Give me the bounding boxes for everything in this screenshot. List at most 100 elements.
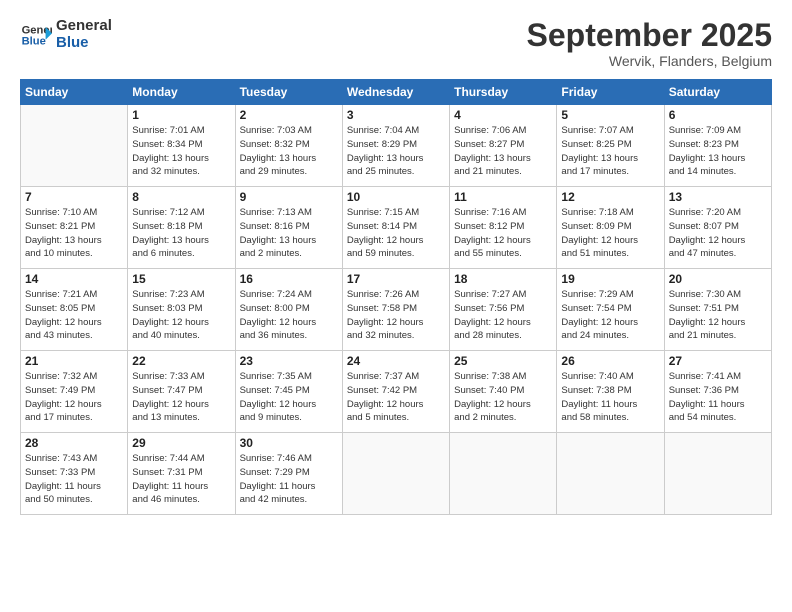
day-detail: Sunrise: 7:26 AM Sunset: 7:58 PM Dayligh…: [347, 288, 445, 343]
day-detail: Sunrise: 7:24 AM Sunset: 8:00 PM Dayligh…: [240, 288, 338, 343]
day-detail: Sunrise: 7:16 AM Sunset: 8:12 PM Dayligh…: [454, 206, 552, 261]
day-number: 26: [561, 354, 659, 368]
day-number: 2: [240, 108, 338, 122]
calendar-cell: 24 Sunrise: 7:37 AM Sunset: 7:42 PM Dayli…: [342, 351, 449, 433]
day-number: 23: [240, 354, 338, 368]
day-number: 22: [132, 354, 230, 368]
calendar-cell: 2 Sunrise: 7:03 AM Sunset: 8:32 PM Daylig…: [235, 105, 342, 187]
day-number: 16: [240, 272, 338, 286]
calendar-cell: 14 Sunrise: 7:21 AM Sunset: 8:05 PM Dayli…: [21, 269, 128, 351]
day-number: 30: [240, 436, 338, 450]
weekday-header-sunday: Sunday: [21, 80, 128, 105]
calendar-cell: 28Sunrise: 7:43 AM Sunset: 7:33 PM Dayli…: [21, 433, 128, 515]
day-detail: Sunrise: 7:46 AM Sunset: 7:29 PM Dayligh…: [240, 452, 338, 507]
calendar-cell: 13 Sunrise: 7:20 AM Sunset: 8:07 PM Dayli…: [664, 187, 771, 269]
day-detail: Sunrise: 7:04 AM Sunset: 8:29 PM Dayligh…: [347, 124, 445, 179]
day-detail: Sunrise: 7:43 AM Sunset: 7:33 PM Dayligh…: [25, 452, 123, 507]
calendar-cell: 20 Sunrise: 7:30 AM Sunset: 7:51 PM Dayli…: [664, 269, 771, 351]
calendar-cell: 6 Sunrise: 7:09 AM Sunset: 8:23 PM Daylig…: [664, 105, 771, 187]
calendar-week-4: 21Sunrise: 7:32 AM Sunset: 7:49 PM Dayli…: [21, 351, 772, 433]
day-number: 15: [132, 272, 230, 286]
weekday-header-tuesday: Tuesday: [235, 80, 342, 105]
day-number: 19: [561, 272, 659, 286]
day-number: 9: [240, 190, 338, 204]
calendar-cell: 7 Sunrise: 7:10 AM Sunset: 8:21 PM Daylig…: [21, 187, 128, 269]
day-number: 7: [25, 190, 123, 204]
day-number: 12: [561, 190, 659, 204]
calendar-cell: 27 Sunrise: 7:41 AM Sunset: 7:36 PM Dayli…: [664, 351, 771, 433]
calendar-cell: [342, 433, 449, 515]
day-detail: Sunrise: 7:13 AM Sunset: 8:16 PM Dayligh…: [240, 206, 338, 261]
day-number: 20: [669, 272, 767, 286]
day-detail: Sunrise: 7:29 AM Sunset: 7:54 PM Dayligh…: [561, 288, 659, 343]
calendar-cell: [21, 105, 128, 187]
month-title: September 2025: [527, 18, 772, 53]
day-detail: Sunrise: 7:03 AM Sunset: 8:32 PM Dayligh…: [240, 124, 338, 179]
weekday-header-saturday: Saturday: [664, 80, 771, 105]
weekday-header-friday: Friday: [557, 80, 664, 105]
calendar-cell: 4 Sunrise: 7:06 AM Sunset: 8:27 PM Daylig…: [450, 105, 557, 187]
calendar-cell: 16 Sunrise: 7:24 AM Sunset: 8:00 PM Dayli…: [235, 269, 342, 351]
day-detail: Sunrise: 7:30 AM Sunset: 7:51 PM Dayligh…: [669, 288, 767, 343]
calendar-cell: 15 Sunrise: 7:23 AM Sunset: 8:03 PM Dayli…: [128, 269, 235, 351]
day-detail: Sunrise: 7:33 AM Sunset: 7:47 PM Dayligh…: [132, 370, 230, 425]
calendar-cell: 9 Sunrise: 7:13 AM Sunset: 8:16 PM Daylig…: [235, 187, 342, 269]
calendar-cell: 8 Sunrise: 7:12 AM Sunset: 8:18 PM Daylig…: [128, 187, 235, 269]
day-number: 27: [669, 354, 767, 368]
calendar-cell: 29Sunrise: 7:44 AM Sunset: 7:31 PM Dayli…: [128, 433, 235, 515]
calendar-cell: 3 Sunrise: 7:04 AM Sunset: 8:29 PM Daylig…: [342, 105, 449, 187]
calendar-cell: 11 Sunrise: 7:16 AM Sunset: 8:12 PM Dayli…: [450, 187, 557, 269]
calendar-cell: 19 Sunrise: 7:29 AM Sunset: 7:54 PM Dayli…: [557, 269, 664, 351]
day-number: 14: [25, 272, 123, 286]
calendar-cell: 25 Sunrise: 7:38 AM Sunset: 7:40 PM Dayli…: [450, 351, 557, 433]
day-number: 29: [132, 436, 230, 450]
day-number: 10: [347, 190, 445, 204]
title-block: September 2025 Wervik, Flanders, Belgium: [527, 18, 772, 69]
weekday-header-wednesday: Wednesday: [342, 80, 449, 105]
day-detail: Sunrise: 7:27 AM Sunset: 7:56 PM Dayligh…: [454, 288, 552, 343]
logo-icon: General Blue: [20, 19, 52, 51]
svg-text:Blue: Blue: [22, 35, 46, 47]
logo: General Blue General Blue: [20, 18, 112, 51]
day-number: 6: [669, 108, 767, 122]
day-detail: Sunrise: 7:41 AM Sunset: 7:36 PM Dayligh…: [669, 370, 767, 425]
day-detail: Sunrise: 7:23 AM Sunset: 8:03 PM Dayligh…: [132, 288, 230, 343]
day-detail: Sunrise: 7:01 AM Sunset: 8:34 PM Dayligh…: [132, 124, 230, 179]
day-detail: Sunrise: 7:07 AM Sunset: 8:25 PM Dayligh…: [561, 124, 659, 179]
calendar-cell: 12 Sunrise: 7:18 AM Sunset: 8:09 PM Dayli…: [557, 187, 664, 269]
day-number: 4: [454, 108, 552, 122]
calendar-cell: 18Sunrise: 7:27 AM Sunset: 7:56 PM Dayli…: [450, 269, 557, 351]
day-detail: Sunrise: 7:37 AM Sunset: 7:42 PM Dayligh…: [347, 370, 445, 425]
day-number: 1: [132, 108, 230, 122]
day-detail: Sunrise: 7:32 AM Sunset: 7:49 PM Dayligh…: [25, 370, 123, 425]
calendar-cell: [557, 433, 664, 515]
day-number: 8: [132, 190, 230, 204]
day-detail: Sunrise: 7:18 AM Sunset: 8:09 PM Dayligh…: [561, 206, 659, 261]
calendar-cell: 10 Sunrise: 7:15 AM Sunset: 8:14 PM Dayli…: [342, 187, 449, 269]
day-detail: Sunrise: 7:35 AM Sunset: 7:45 PM Dayligh…: [240, 370, 338, 425]
day-detail: Sunrise: 7:10 AM Sunset: 8:21 PM Dayligh…: [25, 206, 123, 261]
day-number: 25: [454, 354, 552, 368]
day-detail: Sunrise: 7:06 AM Sunset: 8:27 PM Dayligh…: [454, 124, 552, 179]
day-detail: Sunrise: 7:21 AM Sunset: 8:05 PM Dayligh…: [25, 288, 123, 343]
calendar-header-row: SundayMondayTuesdayWednesdayThursdayFrid…: [21, 80, 772, 105]
weekday-header-thursday: Thursday: [450, 80, 557, 105]
calendar-cell: 21Sunrise: 7:32 AM Sunset: 7:49 PM Dayli…: [21, 351, 128, 433]
day-detail: Sunrise: 7:09 AM Sunset: 8:23 PM Dayligh…: [669, 124, 767, 179]
calendar-table: SundayMondayTuesdayWednesdayThursdayFrid…: [20, 79, 772, 515]
calendar-week-3: 14 Sunrise: 7:21 AM Sunset: 8:05 PM Dayli…: [21, 269, 772, 351]
weekday-header-monday: Monday: [128, 80, 235, 105]
day-number: 24: [347, 354, 445, 368]
calendar-cell: 23 Sunrise: 7:35 AM Sunset: 7:45 PM Dayli…: [235, 351, 342, 433]
day-number: 3: [347, 108, 445, 122]
day-detail: Sunrise: 7:20 AM Sunset: 8:07 PM Dayligh…: [669, 206, 767, 261]
day-number: 11: [454, 190, 552, 204]
day-detail: Sunrise: 7:38 AM Sunset: 7:40 PM Dayligh…: [454, 370, 552, 425]
day-detail: Sunrise: 7:12 AM Sunset: 8:18 PM Dayligh…: [132, 206, 230, 261]
day-detail: Sunrise: 7:15 AM Sunset: 8:14 PM Dayligh…: [347, 206, 445, 261]
calendar-body: 1 Sunrise: 7:01 AM Sunset: 8:34 PM Daylig…: [21, 105, 772, 515]
calendar-cell: 26Sunrise: 7:40 AM Sunset: 7:38 PM Dayli…: [557, 351, 664, 433]
location-subtitle: Wervik, Flanders, Belgium: [527, 53, 772, 69]
day-number: 13: [669, 190, 767, 204]
calendar-week-2: 7 Sunrise: 7:10 AM Sunset: 8:21 PM Daylig…: [21, 187, 772, 269]
